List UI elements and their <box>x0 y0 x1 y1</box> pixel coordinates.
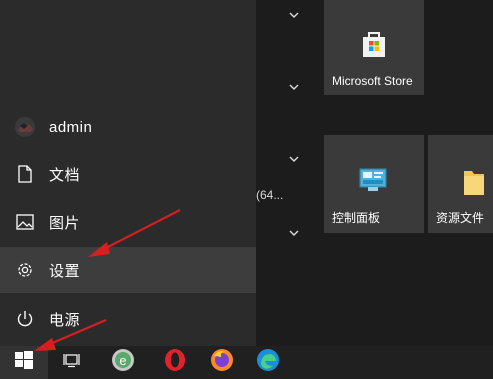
gear-icon <box>14 259 36 281</box>
chevron-down-icon[interactable] <box>288 83 300 91</box>
folder-icon <box>464 169 484 200</box>
sidebar-item-documents[interactable]: 文档 <box>0 151 256 197</box>
browser-e-icon: e <box>111 348 135 377</box>
control-panel-icon <box>358 167 388 198</box>
tile-microsoft-store[interactable]: Microsoft Store <box>324 0 424 95</box>
sidebar-item-label: 图片 <box>49 214 81 232</box>
sidebar-item-settings[interactable]: 设置 <box>0 247 256 293</box>
app-list <box>256 0 318 346</box>
chevron-down-icon[interactable] <box>288 11 300 19</box>
firefox-button[interactable] <box>207 346 237 379</box>
sidebar-item-pictures[interactable]: 图片 <box>0 199 256 245</box>
tile-label: Microsoft Store <box>332 74 413 88</box>
tile-label: 控制面板 <box>332 211 381 225</box>
browser-e-button[interactable]: e <box>108 346 138 379</box>
opera-icon <box>163 348 187 377</box>
task-view-icon <box>63 352 81 373</box>
sidebar-item-label: 文档 <box>49 166 81 184</box>
windows-start-icon <box>15 351 33 374</box>
tile-control-panel[interactable]: 控制面板 <box>324 135 424 233</box>
firefox-icon <box>210 348 234 377</box>
document-icon <box>14 163 36 185</box>
task-view-button[interactable] <box>58 346 86 379</box>
app-list-partial-text: (64... <box>256 188 284 202</box>
tile-resource-files[interactable]: 资源文件 <box>428 135 493 233</box>
sidebar-item-power[interactable]: 电源 <box>0 296 256 342</box>
microsoft-store-icon <box>358 28 390 65</box>
tile-label: 资源文件 <box>436 211 485 225</box>
power-icon <box>14 308 36 330</box>
chevron-down-icon[interactable] <box>288 229 300 237</box>
avatar <box>14 116 36 138</box>
sidebar-item-label: 电源 <box>49 311 81 329</box>
sidebar-item-user[interactable]: admin <box>0 104 256 150</box>
start-button[interactable] <box>0 346 48 379</box>
user-name: admin <box>49 118 93 136</box>
svg-text:e: e <box>119 353 126 368</box>
edge-button[interactable] <box>253 346 283 379</box>
edge-icon <box>256 348 280 377</box>
chevron-down-icon[interactable] <box>288 155 300 163</box>
opera-button[interactable] <box>160 346 190 379</box>
picture-icon <box>14 211 36 233</box>
sidebar-item-label: 设置 <box>49 262 81 280</box>
